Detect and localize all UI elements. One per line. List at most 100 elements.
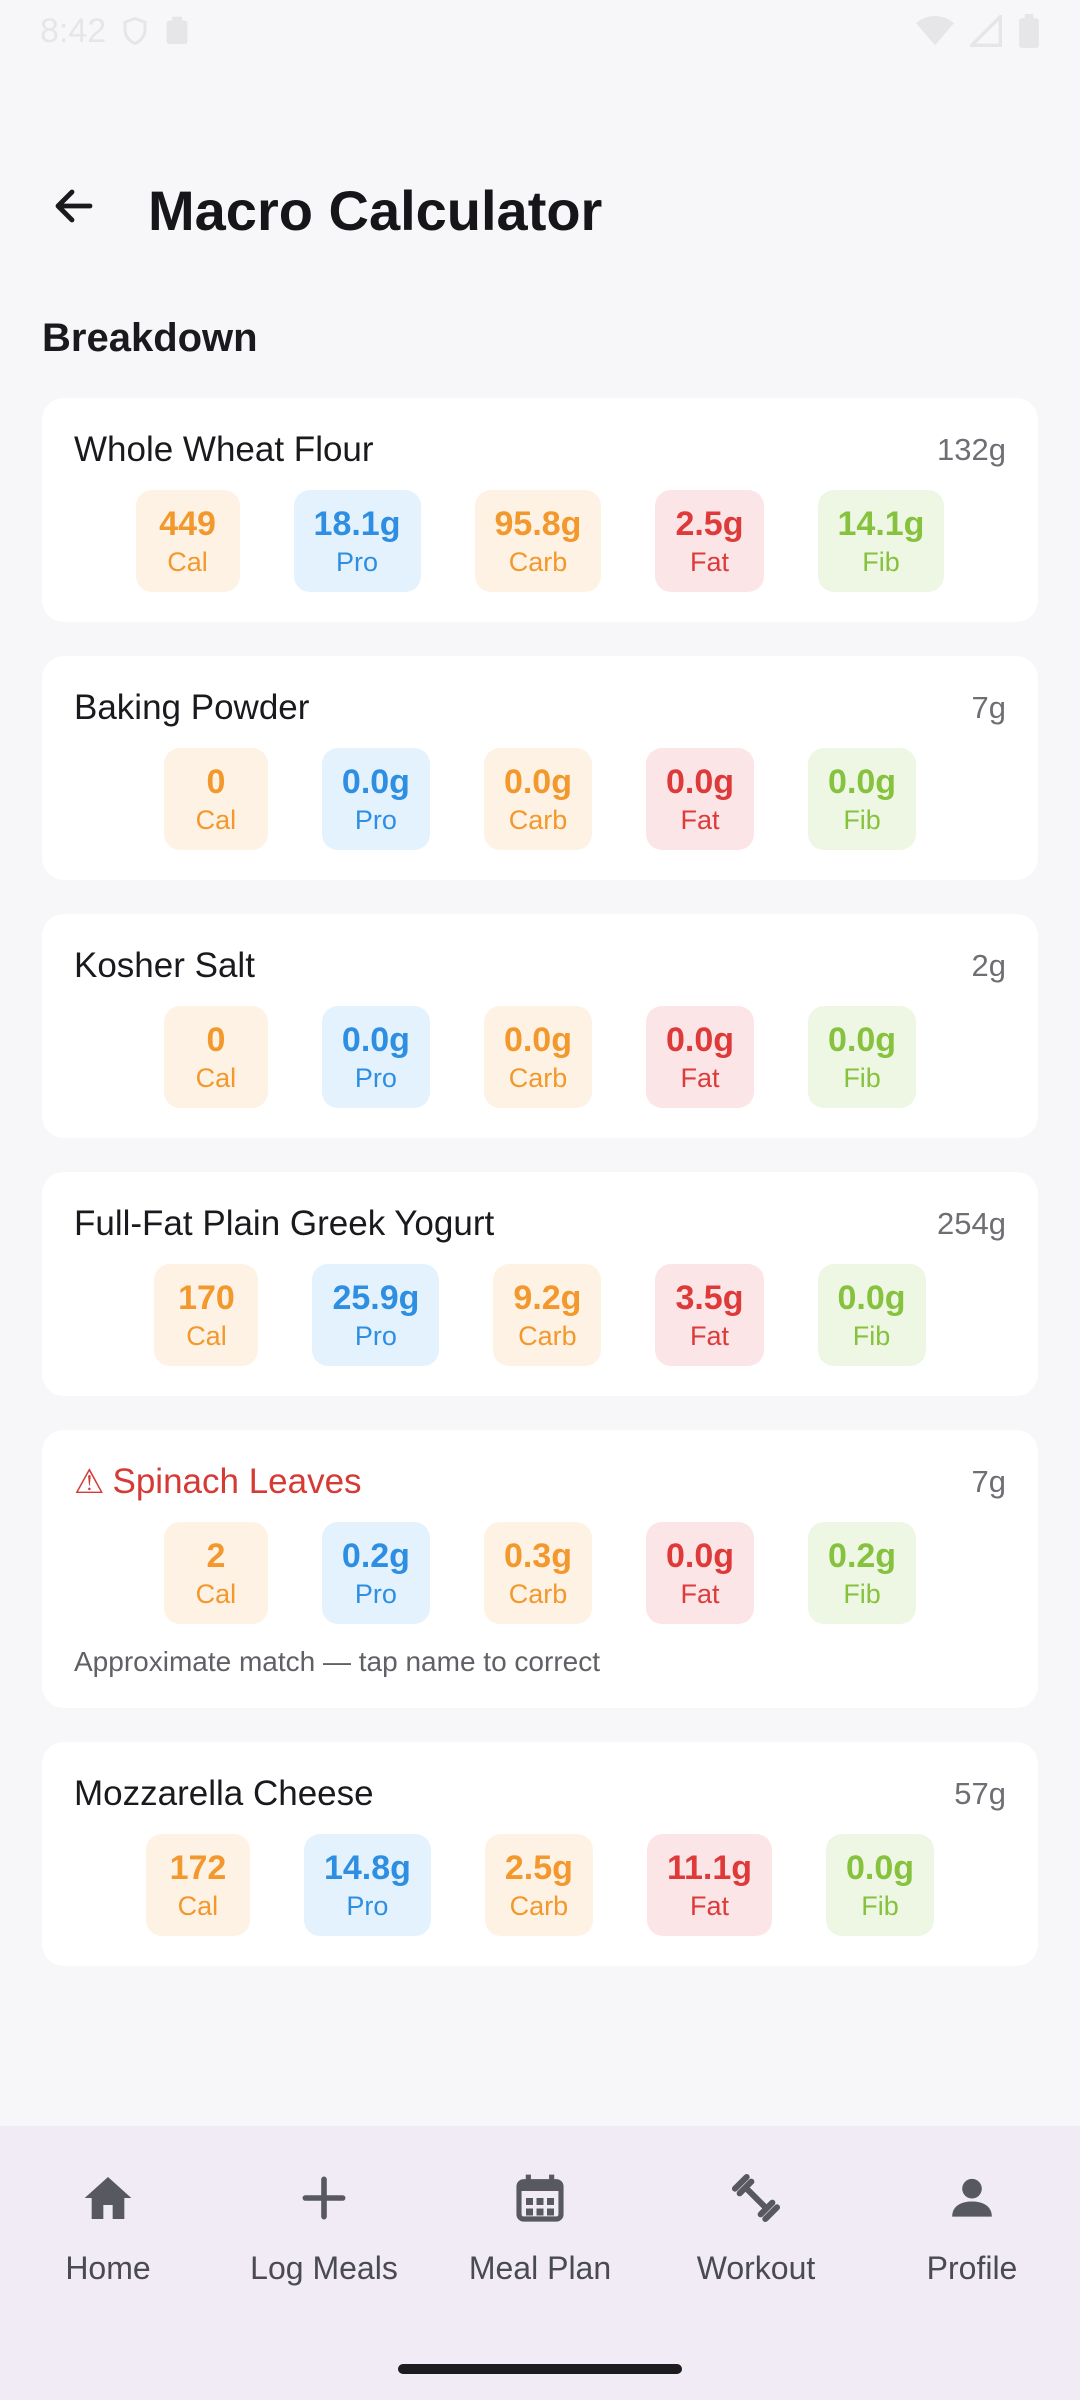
- fat-value: 3.5g: [675, 1279, 744, 1317]
- food-card-warning[interactable]: ⚠ Spinach Leaves 7g 2 Cal 0.2g Pro 0.3g Carb…: [42, 1430, 1038, 1708]
- food-name[interactable]: Kosher Salt: [74, 946, 255, 986]
- calories-value: 0: [206, 1021, 226, 1059]
- carbs-label: Carb: [508, 1579, 568, 1609]
- protein-chip: 18.1g Pro: [293, 490, 421, 592]
- food-card[interactable]: Mozzarella Cheese 57g 172 Cal 14.8g Pro 2.…: [42, 1742, 1038, 1966]
- fat-value: 0.0g: [666, 1537, 735, 1575]
- fat-label: Fat: [689, 547, 729, 577]
- fiber-label: Fib: [843, 1579, 881, 1609]
- nav-profile[interactable]: Profile: [864, 2126, 1080, 2400]
- calories-chip: 170 Cal: [154, 1264, 259, 1366]
- fat-label: Fat: [680, 1579, 720, 1609]
- food-weight: 57g: [954, 1776, 1006, 1811]
- food-card[interactable]: Baking Powder 7g 0 Cal 0.0g Pro 0.0g Carb 0…: [42, 656, 1038, 880]
- carbs-chip: 9.2g Carb: [493, 1264, 602, 1366]
- protein-chip: 25.9g Pro: [312, 1264, 440, 1366]
- food-name[interactable]: Mozzarella Cheese: [74, 1774, 374, 1814]
- fat-label: Fat: [689, 1321, 729, 1351]
- fat-chip: 2.5g Fat: [655, 490, 764, 592]
- fiber-value: 14.1g: [837, 505, 925, 543]
- calories-value: 0: [206, 763, 226, 801]
- carbs-chip: 2.5g Carb: [484, 1834, 593, 1936]
- carbs-chip: 0.0g Carb: [483, 748, 592, 850]
- protein-value: 18.1g: [313, 505, 401, 543]
- calories-chip: 2 Cal: [163, 1522, 268, 1624]
- battery-icon: [1019, 14, 1039, 48]
- clipboard-icon: [166, 16, 188, 44]
- fat-chip: 0.0g Fat: [646, 1006, 755, 1108]
- food-card[interactable]: Full-Fat Plain Greek Yogurt 254g 170 Cal …: [42, 1172, 1038, 1396]
- macro-chips: 2 Cal 0.2g Pro 0.3g Carb 0.0g Fat 0.2g Fib: [74, 1522, 1006, 1624]
- fat-label: Fat: [680, 805, 720, 835]
- fat-label: Fat: [680, 1063, 720, 1093]
- page-title: Macro Calculator: [148, 179, 603, 242]
- carbs-value: 0.3g: [503, 1537, 572, 1575]
- nav-meal-plan[interactable]: Meal Plan: [432, 2126, 648, 2400]
- protein-chip: 0.2g Pro: [321, 1522, 430, 1624]
- carbs-value: 9.2g: [513, 1279, 582, 1317]
- carbs-chip: 95.8g Carb: [474, 490, 602, 592]
- fiber-chip: 0.0g Fib: [817, 1264, 926, 1366]
- fiber-chip: 0.0g Fib: [808, 1006, 917, 1108]
- nav-home[interactable]: Home: [0, 2126, 216, 2400]
- protein-value: 0.0g: [341, 763, 410, 801]
- fat-chip: 3.5g Fat: [655, 1264, 764, 1366]
- calories-label: Cal: [177, 1891, 219, 1921]
- carbs-label: Carb: [518, 1321, 577, 1351]
- calories-label: Cal: [195, 805, 237, 835]
- person-icon: [952, 2178, 992, 2217]
- protein-label: Pro: [354, 805, 397, 835]
- food-name[interactable]: ⚠ Spinach Leaves: [74, 1462, 362, 1502]
- protein-label: Pro: [336, 547, 379, 577]
- calories-chip: 172 Cal: [145, 1834, 250, 1936]
- nav-home-label: Home: [65, 2250, 151, 2286]
- food-card[interactable]: Kosher Salt 2g 0 Cal 0.0g Pro 0.0g Carb 0.0…: [42, 914, 1038, 1138]
- fiber-chip: 0.0g Fib: [826, 1834, 935, 1936]
- signal-icon: [970, 15, 1002, 47]
- calories-label: Cal: [186, 1321, 227, 1351]
- food-weight: 2g: [971, 948, 1006, 983]
- fiber-label: Fib: [843, 1063, 881, 1093]
- calories-label: Cal: [195, 1063, 237, 1093]
- protein-label: Pro: [354, 1321, 397, 1351]
- back-button[interactable]: [42, 174, 106, 238]
- fiber-label: Fib: [862, 547, 900, 577]
- calories-chip: 0 Cal: [163, 1006, 268, 1108]
- fiber-value: 0.0g: [837, 1279, 906, 1317]
- food-name[interactable]: Full-Fat Plain Greek Yogurt: [74, 1204, 494, 1244]
- fiber-label: Fib: [843, 805, 881, 835]
- nav-log-meals[interactable]: Log Meals: [216, 2126, 432, 2400]
- fat-value: 0.0g: [666, 763, 735, 801]
- fat-value: 0.0g: [666, 1021, 735, 1059]
- carbs-chip: 0.0g Carb: [483, 1006, 592, 1108]
- fat-label: Fat: [689, 1891, 729, 1921]
- protein-label: Pro: [354, 1579, 397, 1609]
- status-time: 8:42: [40, 11, 107, 50]
- food-name[interactable]: Baking Powder: [74, 688, 309, 728]
- carbs-value: 95.8g: [494, 505, 582, 543]
- food-name[interactable]: Whole Wheat Flour: [74, 430, 374, 470]
- calories-value: 449: [159, 505, 216, 543]
- fiber-value: 0.2g: [828, 1537, 897, 1575]
- plus-icon: [302, 2176, 346, 2220]
- macro-chips: 172 Cal 14.8g Pro 2.5g Carb 11.1g Fat 0.0g Fi…: [74, 1834, 1006, 1936]
- carbs-label: Carb: [509, 1891, 569, 1921]
- protein-value: 25.9g: [332, 1279, 420, 1317]
- fiber-value: 0.0g: [828, 763, 897, 801]
- food-card[interactable]: Whole Wheat Flour 132g 449 Cal 18.1g Pro 9…: [42, 398, 1038, 622]
- nav-workout[interactable]: Workout: [648, 2126, 864, 2400]
- fiber-value: 0.0g: [846, 1849, 915, 1887]
- food-name-text: Spinach Leaves: [112, 1462, 362, 1501]
- protein-value: 0.0g: [341, 1021, 410, 1059]
- wifi-icon: [916, 15, 954, 46]
- approximate-match-note: Approximate match — tap name to correct: [74, 1646, 600, 1677]
- carbs-label: Carb: [508, 805, 568, 835]
- fiber-chip: 0.0g Fib: [808, 748, 917, 850]
- macro-chips: 0 Cal 0.0g Pro 0.0g Carb 0.0g Fat 0.0g Fib: [74, 1006, 1006, 1108]
- fat-value: 11.1g: [666, 1849, 753, 1887]
- protein-chip: 0.0g Pro: [321, 748, 430, 850]
- protein-label: Pro: [346, 1891, 389, 1921]
- food-weight: 132g: [937, 432, 1006, 467]
- food-weight: 7g: [971, 690, 1006, 725]
- carbs-value: 0.0g: [503, 763, 572, 801]
